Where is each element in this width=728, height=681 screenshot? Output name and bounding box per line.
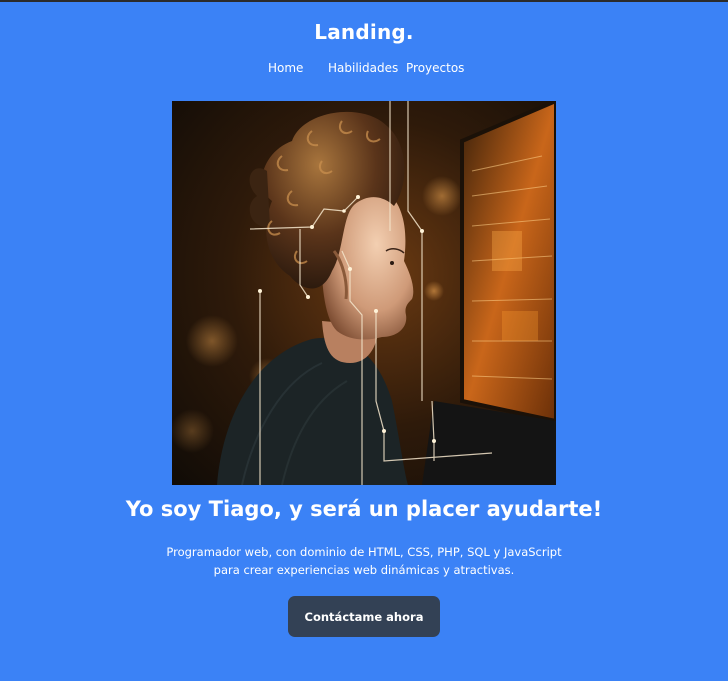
top-border <box>0 0 728 2</box>
nav-link-proyectos[interactable]: Proyectos <box>406 61 464 75</box>
nav-link-habilidades[interactable]: Habilidades <box>328 61 398 75</box>
hero-description-line-2: para crear experiencias web dinámicas y … <box>213 563 515 577</box>
contact-button[interactable]: Contáctame ahora <box>288 596 440 637</box>
nav-link-home[interactable]: Home <box>268 61 303 75</box>
hero-description-line-1: Programador web, con dominio de HTML, CS… <box>166 545 562 559</box>
hero-image <box>172 101 556 485</box>
hero-headline: Yo soy Tiago, y será un placer ayudarte! <box>125 497 603 521</box>
main-nav: Home Habilidades Proyectos <box>0 61 728 77</box>
brand-logo[interactable]: Landing. <box>0 20 728 44</box>
hero-description: Programador web, con dominio de HTML, CS… <box>0 543 728 579</box>
